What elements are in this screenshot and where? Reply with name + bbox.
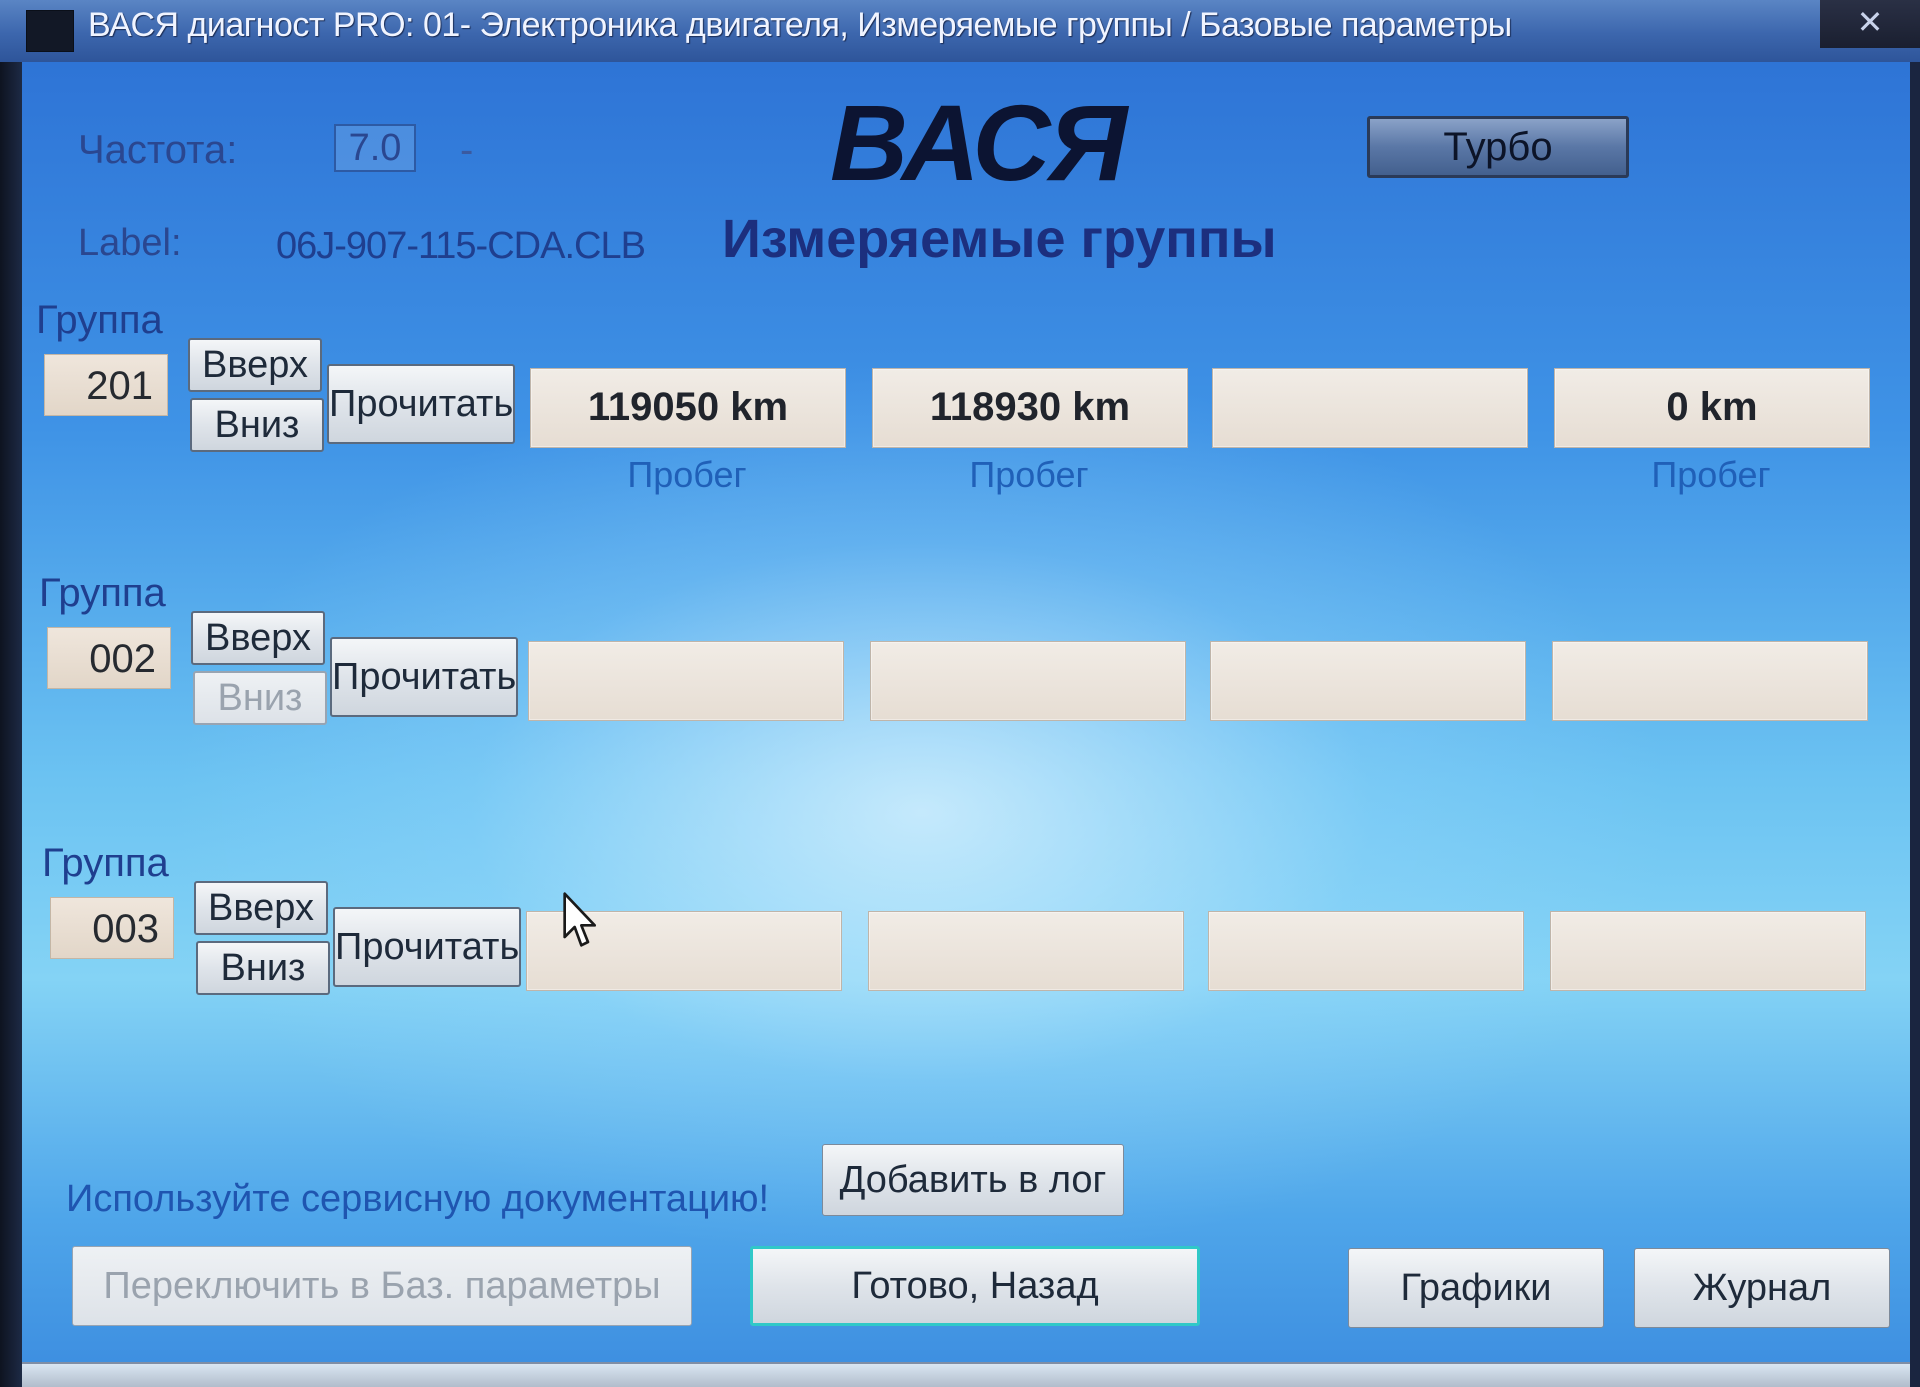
group-read-button[interactable]: Прочитать — [330, 637, 518, 717]
label-caption: Label: — [78, 222, 182, 264]
measured-value-field — [1552, 641, 1868, 721]
measured-value-field — [1550, 911, 1866, 991]
window-frame-left — [0, 62, 22, 1387]
window-title: ВАСЯ диагност PRO: 01- Электроника двига… — [88, 6, 1512, 44]
measured-value-unit: Пробег — [627, 454, 747, 495]
group-caption: Группа — [42, 841, 169, 885]
frequency-label: Частота: — [78, 128, 238, 172]
client-area: Частота: 7.0 - ВАСЯ Турбо Label: 06J-907… — [22, 62, 1910, 1372]
group-down-button[interactable]: Вниз — [190, 398, 324, 452]
label-value: 06J-907-115-CDA.CLB — [276, 225, 646, 267]
done-back-button[interactable]: Готово, Назад — [750, 1246, 1200, 1326]
frequency-value: 7.0 — [348, 127, 402, 169]
frequency-suffix: - — [460, 128, 474, 172]
group-number-field[interactable]: 003 — [50, 897, 174, 959]
graphs-button[interactable]: Графики — [1348, 1248, 1604, 1328]
group-read-button[interactable]: Прочитать — [327, 364, 515, 444]
group-up-button[interactable]: Вверх — [191, 611, 325, 665]
close-icon: ✕ — [1856, 4, 1884, 40]
measured-value-field — [1210, 641, 1526, 721]
measured-value-field — [868, 911, 1184, 991]
turbo-button[interactable]: Турбо — [1367, 116, 1629, 178]
measured-value-unit: Пробег — [1651, 454, 1771, 495]
title-bar: ВАСЯ диагност PRO: 01- Электроника двига… — [0, 0, 1920, 64]
frequency-field[interactable]: 7.0 — [334, 124, 416, 172]
group-read-button[interactable]: Прочитать — [333, 907, 521, 987]
measured-value-field: 119050 km — [530, 368, 846, 448]
measured-value-field — [528, 641, 844, 721]
mouse-pointer-icon — [563, 892, 596, 947]
group-down-button[interactable]: Вниз — [193, 671, 327, 725]
app-icon — [26, 10, 74, 52]
group-down-button[interactable]: Вниз — [196, 941, 330, 995]
measured-value-unit: Пробег — [969, 454, 1089, 495]
section-title: Измеряемые группы — [722, 209, 1277, 269]
app-logo: ВАСЯ — [830, 82, 1127, 203]
switch-basic-params-button[interactable]: Переключить в Баз. параметры — [72, 1246, 692, 1326]
measured-value-field — [1208, 911, 1524, 991]
measured-value-field: 0 km — [1554, 368, 1870, 448]
screen: ВАСЯ диагност PRO: 01- Электроника двига… — [0, 0, 1920, 1387]
group-up-button[interactable]: Вверх — [194, 881, 328, 935]
journal-button[interactable]: Журнал — [1634, 1248, 1890, 1328]
measured-value-field: 118930 km — [872, 368, 1188, 448]
group-up-button[interactable]: Вверх — [188, 338, 322, 392]
group-number-field[interactable]: 002 — [47, 627, 171, 689]
measured-value-field — [870, 641, 1186, 721]
service-hint: Используйте сервисную документацию! — [66, 1178, 770, 1220]
group-caption: Группа — [39, 571, 166, 615]
close-button[interactable]: ✕ — [1820, 0, 1920, 48]
group-caption: Группа — [36, 298, 163, 342]
add-to-log-button[interactable]: Добавить в лог — [822, 1144, 1124, 1216]
window-bottom-edge — [22, 1362, 1910, 1387]
group-number-field[interactable]: 201 — [44, 354, 168, 416]
window-frame-right — [1910, 62, 1920, 1387]
measured-value-field — [1212, 368, 1528, 448]
